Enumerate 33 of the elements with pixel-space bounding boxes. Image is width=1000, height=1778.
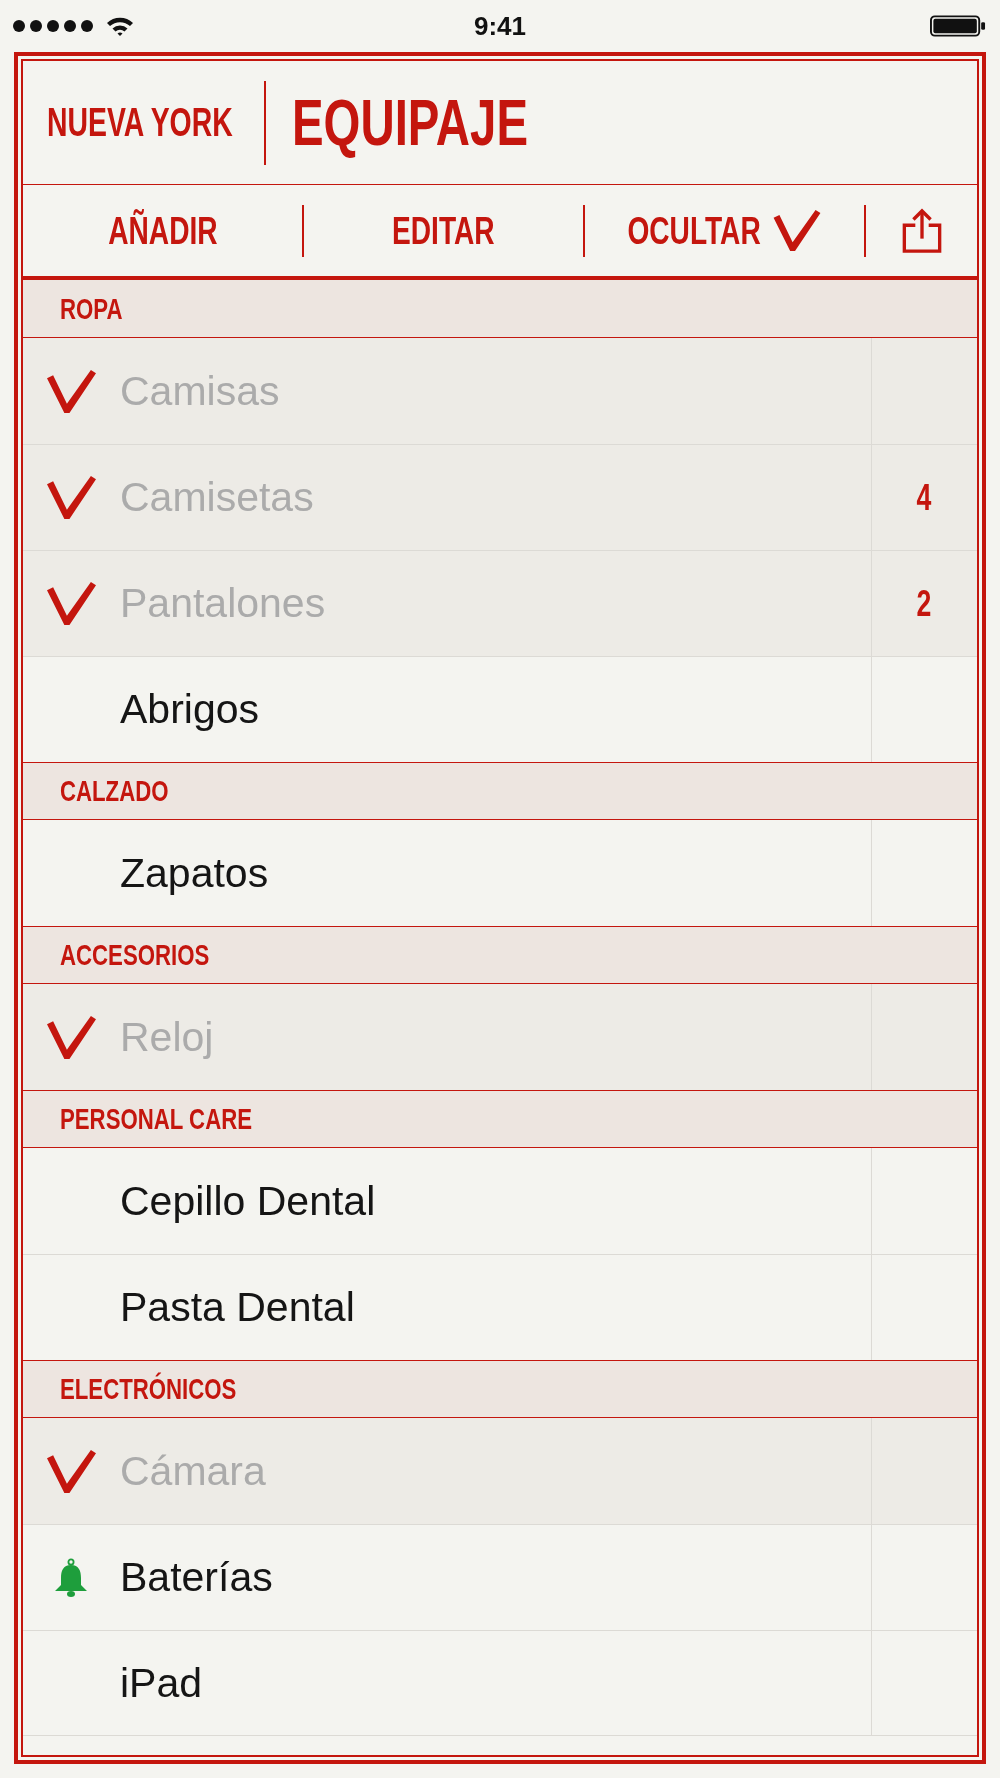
item-row[interactable]: iPad <box>23 1630 977 1736</box>
item-count: 2 <box>917 585 932 622</box>
item-name: Zapatos <box>120 852 269 894</box>
item-row[interactable]: Camisetas 4 <box>23 444 977 550</box>
signal-icon <box>12 19 94 33</box>
section-title: ROPA <box>60 293 123 324</box>
section-title: CALZADO <box>60 776 169 806</box>
item-name: Camisetas <box>120 477 314 518</box>
item-row[interactable]: Pasta Dental <box>23 1254 977 1360</box>
toggle-button[interactable]: OCULTAR <box>585 185 864 276</box>
item-name: Pasta Dental <box>120 1287 355 1328</box>
item-row[interactable]: Abrigos <box>23 656 977 762</box>
share-icon <box>900 207 943 254</box>
item-name: Abrigos <box>120 689 259 730</box>
toolbar-button[interactable]: EDITAR <box>304 185 583 276</box>
city-title: NUEVA YORK <box>47 102 233 142</box>
item-name: Reloj <box>120 1016 214 1058</box>
item-name: Cepillo Dental <box>120 1180 376 1222</box>
battery-icon <box>930 15 986 37</box>
item-name: Baterías <box>120 1557 273 1598</box>
toolbar-button[interactable]: AÑADIR <box>23 185 302 276</box>
status-time: 9:41 <box>473 9 526 43</box>
item-row[interactable]: Pantalones 2 <box>23 550 977 656</box>
item-name: Cámara <box>120 1450 266 1492</box>
section-title: ACCESORIOS <box>60 940 210 970</box>
item-name: iPad <box>120 1662 203 1704</box>
item-count: 4 <box>917 479 932 516</box>
section-title: ELECTRÓNICOS <box>60 1374 237 1404</box>
item-name: Pantalones <box>120 583 326 624</box>
section-title: PERSONAL CARE <box>60 1104 252 1134</box>
wifi-icon <box>106 16 134 36</box>
item-name: Camisas <box>120 370 280 412</box>
item-row[interactable]: Baterías <box>23 1524 977 1630</box>
